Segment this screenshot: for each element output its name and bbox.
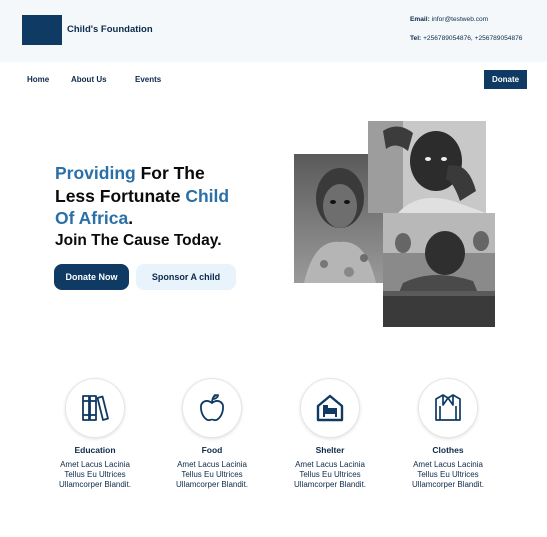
feature-desc-education: Amet Lacus Lacinia Tellus Eu Ultrices Ul…: [35, 460, 155, 491]
child-photo-2: [368, 121, 486, 213]
feature-desc-line: Tellus Eu Ultrices: [64, 470, 126, 480]
shirt-icon: [435, 394, 461, 421]
hero-accent-providing: Providing: [55, 163, 136, 183]
feature-title-shelter: Shelter: [315, 445, 345, 455]
shelter-icon-circle: [300, 378, 360, 438]
feature-desc-line: Amet Lacus Lacinia: [60, 460, 130, 469]
feature-desc-line: Tellus Eu Ultrices: [417, 470, 479, 480]
feature-food: Food Amet Lacus Lacinia Tellus Eu Ultric…: [152, 378, 272, 491]
sponsor-child-button[interactable]: Sponsor A child: [136, 264, 236, 290]
child-photo-3: [383, 213, 495, 327]
hero-line-3-rest: .: [128, 208, 134, 228]
contact-email: Email: infor@testweb.com: [410, 16, 488, 23]
apple-icon: [200, 394, 224, 422]
feature-desc-line: Tellus Eu Ultrices: [181, 470, 243, 480]
education-icon-circle: [65, 378, 125, 438]
nav-about-us[interactable]: About Us: [71, 75, 107, 84]
nav-events[interactable]: Events: [135, 75, 161, 84]
feature-desc-clothes: Amet Lacus Lacinia Tellus Eu Ultrices Ul…: [388, 460, 508, 491]
feature-desc-line: Ullamcorper Blandit.: [293, 480, 367, 490]
tel-value[interactable]: +256789054876, +256789054876: [423, 35, 522, 42]
feature-title-education: Education: [74, 445, 116, 455]
feature-desc-food: Amet Lacus Lacinia Tellus Eu Ultrices Ul…: [152, 460, 272, 491]
top-bar: Child's Foundation Email: infor@testweb.…: [0, 0, 547, 62]
feature-title-clothes: Clothes: [432, 445, 464, 455]
feature-desc-line: Ullamcorper Blandit.: [411, 480, 485, 490]
donate-now-button[interactable]: Donate Now: [54, 264, 129, 290]
feature-desc-line: Amet Lacus Lacinia: [413, 460, 483, 469]
clothes-icon-circle: [418, 378, 478, 438]
hero-accent-child: Child: [185, 185, 230, 206]
hero-line-1: Providing For The: [55, 162, 229, 185]
feature-desc-line: Amet Lacus Lacinia: [177, 460, 247, 469]
hero-line-2-plain: Less Fortunate: [55, 185, 186, 206]
feature-shelter: Shelter Amet Lacus Lacinia Tellus Eu Ult…: [270, 378, 390, 491]
tel-label: Tel:: [410, 35, 422, 42]
hero-headline: Providing For The Less Fortunate Child O…: [55, 162, 229, 252]
feature-desc-shelter: Amet Lacus Lacinia Tellus Eu Ultrices Ul…: [270, 460, 390, 491]
hero-line-1-rest: For The: [135, 163, 205, 183]
feature-desc-line: Amet Lacus Lacinia: [295, 460, 365, 469]
brand-name[interactable]: Child's Foundation: [67, 24, 153, 35]
hero-accent-africa: Of Africa: [55, 208, 129, 228]
feature-title-food: Food: [201, 445, 223, 455]
feature-desc-line: Tellus Eu Ultrices: [299, 470, 361, 480]
email-value[interactable]: infor@testweb.com: [432, 16, 489, 23]
feature-desc-line: Ullamcorper Blandit.: [175, 480, 249, 490]
email-label: Email:: [410, 16, 430, 23]
hero-line-3: Of Africa.: [55, 207, 229, 230]
logo-mark[interactable]: [22, 15, 62, 45]
donate-button[interactable]: Donate: [484, 70, 527, 89]
feature-clothes: Clothes Amet Lacus Lacinia Tellus Eu Ult…: [388, 378, 508, 491]
nav-home[interactable]: Home: [27, 75, 49, 84]
feature-education: Education Amet Lacus Lacinia Tellus Eu U…: [35, 378, 155, 491]
hero-line-4: Join The Cause Today.: [55, 231, 222, 249]
hero-line-2: Less Fortunate Child: [55, 185, 229, 208]
feature-desc-line: Ullamcorper Blandit.: [58, 480, 132, 490]
house-bed-icon: [316, 394, 344, 422]
books-icon: [82, 395, 109, 421]
food-icon-circle: [182, 378, 242, 438]
contact-tel: Tel: +256789054876, +256789054876: [410, 35, 522, 42]
